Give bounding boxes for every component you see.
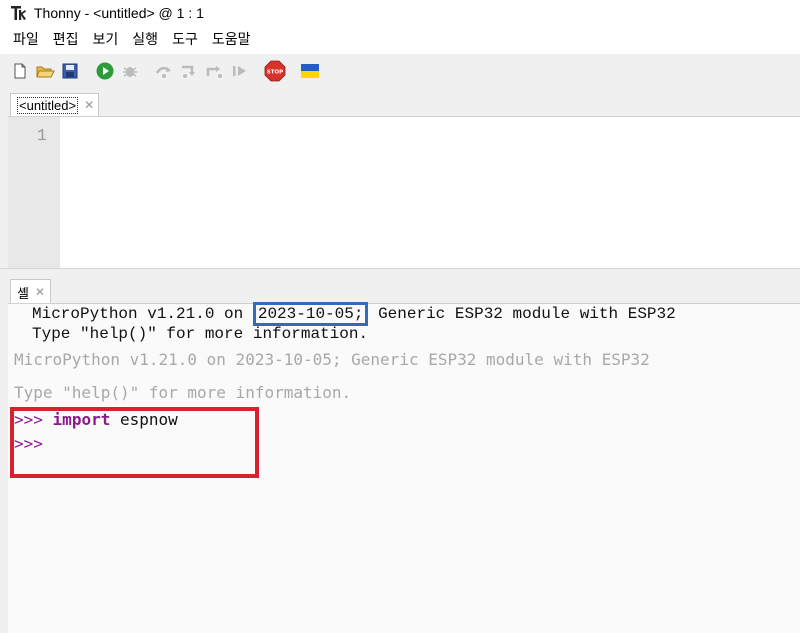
close-icon[interactable]: ✕ [35,285,45,299]
step-over-icon[interactable] [153,59,177,83]
shell-banner-line: MicroPython v1.21.0 on 2023-10-05; Gener… [32,302,676,326]
stop-label: STOP [267,70,283,76]
step-into-icon[interactable] [178,59,202,83]
pane-splitter[interactable] [0,268,800,276]
window-title-app: Thonny [34,5,81,21]
shell-tab-label: 셸 [17,286,29,302]
save-file-icon[interactable] [58,59,82,83]
run-icon[interactable] [93,59,117,83]
code-module: espnow [119,410,178,429]
editor-tab-strip: <untitled> ✕ [0,88,800,116]
new-file-icon[interactable] [8,59,32,83]
menu-bar: 파일 편집 보기 실행 도구 도움말 [0,26,800,54]
highlighted-firmware-date: 2023-10-05; [252,302,369,326]
shell-help-line: Type "help()" for more information. [32,325,369,343]
code-editor[interactable]: 1 [8,116,800,269]
menu-edit[interactable]: 편집 [46,28,86,52]
line-number-gutter: 1 [8,117,60,269]
shell-prompt: >>> [14,410,43,429]
shell-prompt: >>> [14,434,43,453]
line-number: 1 [36,127,47,146]
window-left-edge [0,88,8,633]
shell-console[interactable]: MicroPython v1.21.0 on 2023-10-05; Gener… [8,302,800,633]
toolbar: STOP [0,54,800,88]
shell-input-line: >>> import espnow [14,410,178,429]
shell-echo-help-line: Type "help()" for more information. [14,383,352,402]
open-file-icon[interactable] [33,59,57,83]
editor-tab-label: <untitled> [17,96,79,114]
menu-help[interactable]: 도움말 [205,28,258,52]
editor-tab-untitled[interactable]: <untitled> ✕ [10,93,100,116]
shell-tab-strip: 셸 ✕ [0,276,800,304]
menu-tools[interactable]: 도구 [165,28,205,52]
ukraine-flag-icon[interactable] [298,59,322,83]
close-icon[interactable]: ✕ [84,98,94,112]
shell-echo-line: MicroPython v1.21.0 on 2023-10-05; Gener… [14,350,650,369]
tab-shell[interactable]: 셸 ✕ [10,279,52,304]
shell-input-line-empty[interactable]: >>> [14,434,43,453]
menu-run[interactable]: 실행 [125,28,165,52]
window-title-document: <untitled> [93,5,155,21]
stop-icon[interactable]: STOP [263,59,287,83]
thonny-logo-icon [10,4,28,22]
cursor-position: 1 : 1 [176,5,204,21]
step-out-icon[interactable] [203,59,227,83]
debug-icon[interactable] [118,59,142,83]
title-bar: Thonny - <untitled> @ 1 : 1 [0,0,800,26]
menu-view[interactable]: 보기 [86,28,126,52]
menu-file[interactable]: 파일 [6,28,46,52]
window-title-at: @ [158,5,173,21]
resume-icon[interactable] [228,59,252,83]
code-keyword: import [52,410,111,429]
